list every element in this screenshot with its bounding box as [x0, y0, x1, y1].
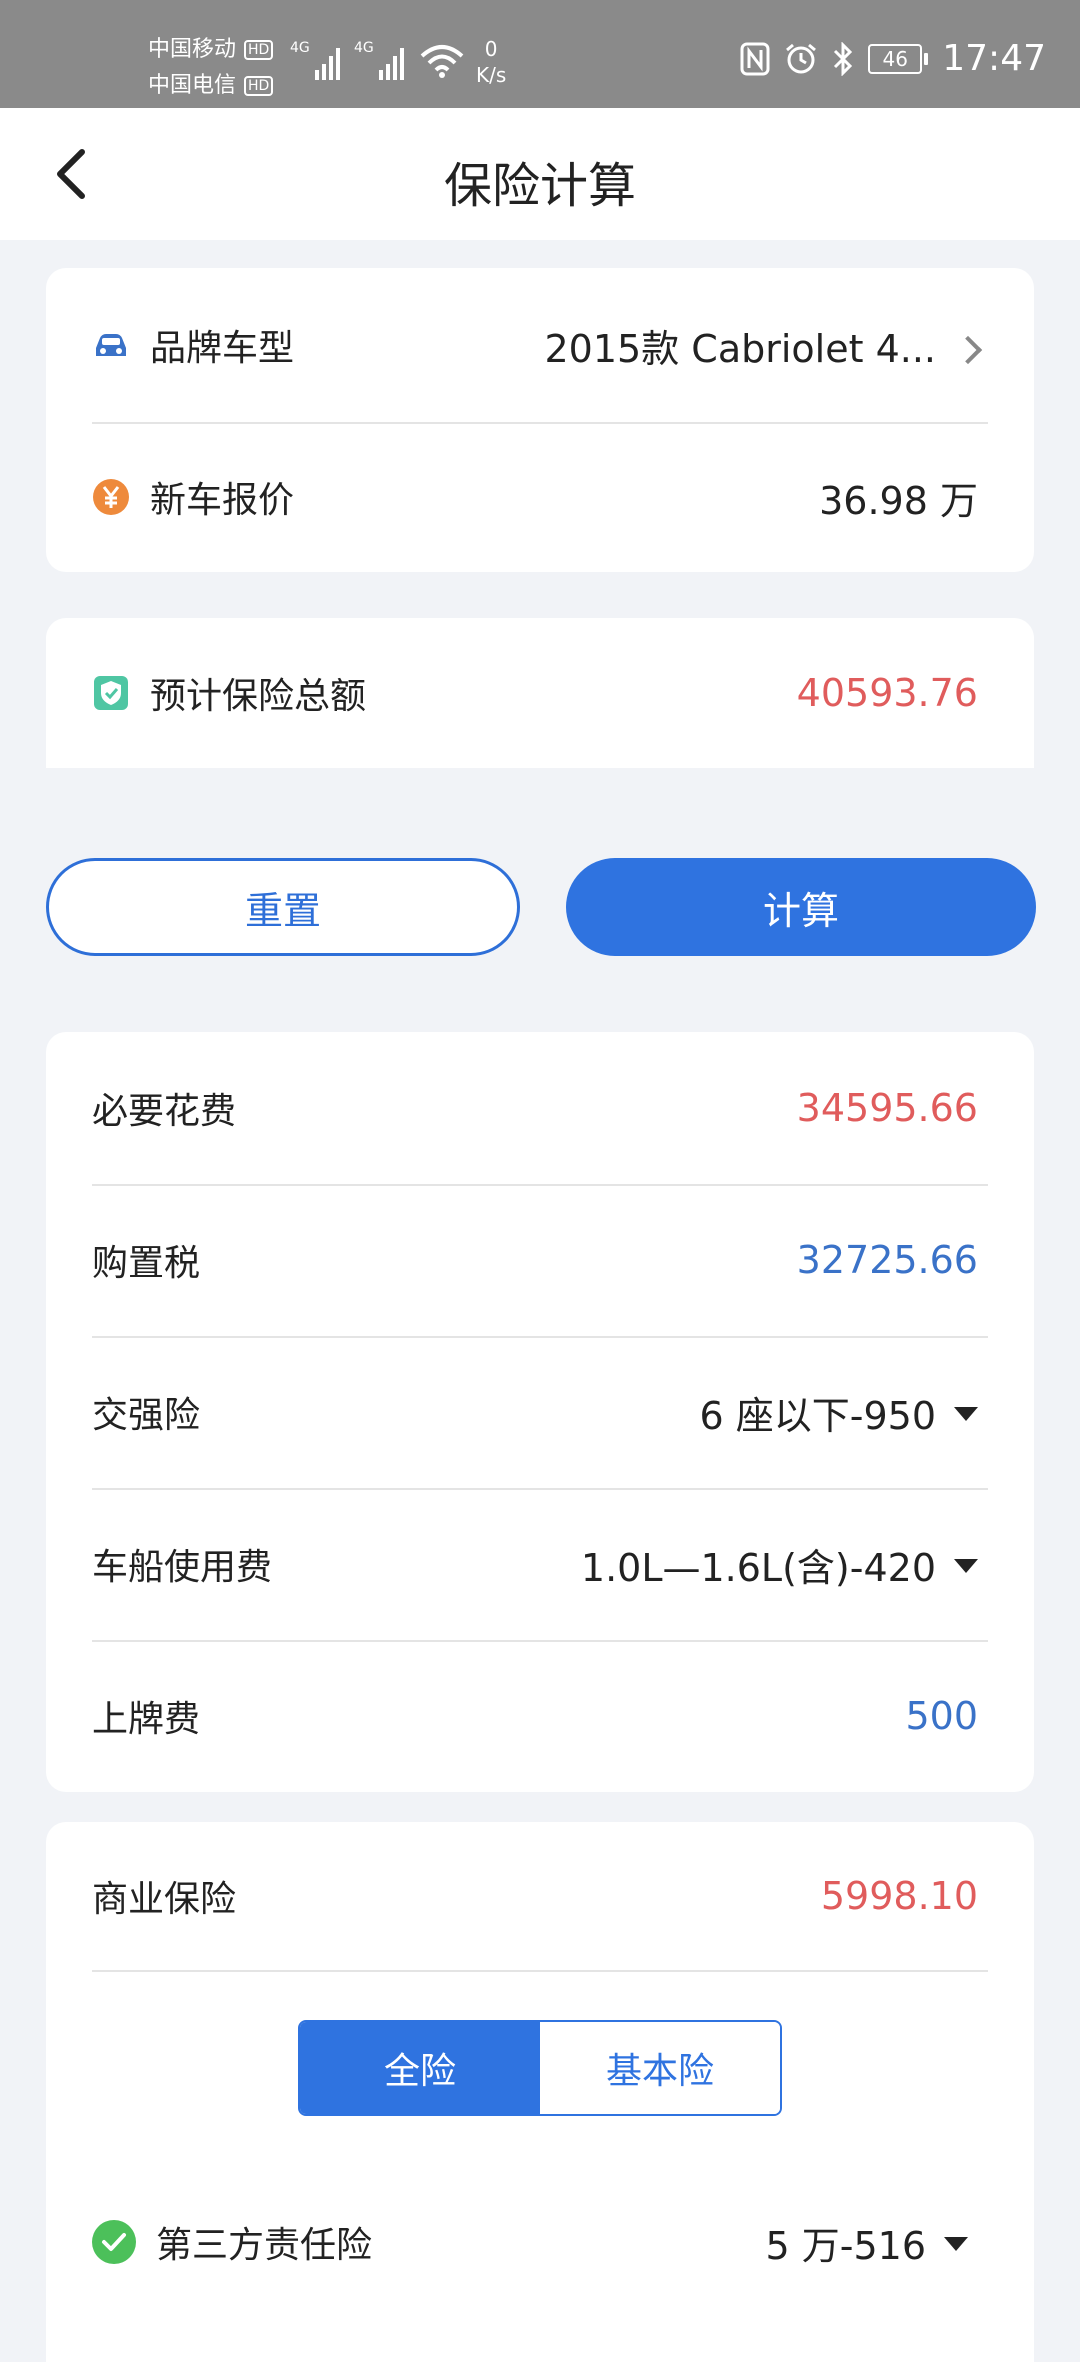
- vehicle-tax-label: 车船使用费: [92, 1547, 273, 1588]
- third-party-liability-row[interactable]: 第三方责任险 5 万-516: [46, 2166, 1034, 2318]
- brand-model-row[interactable]: 品牌车型 2015款 Cabriolet 4...: [46, 268, 1034, 422]
- carrier-info: 中国移动 HD 中国电信 HD: [148, 32, 274, 104]
- caret-down-icon: [944, 2237, 968, 2251]
- signal-icon: 4G: [354, 40, 404, 80]
- new-car-price-value: 36.98 万: [819, 478, 978, 523]
- brand-model-text: 2015款 Cabriolet 4...: [544, 326, 937, 371]
- total-insurance-value: 40593.76: [796, 671, 978, 715]
- nfc-icon: [740, 42, 770, 75]
- caret-down-icon: [954, 1407, 978, 1421]
- brand-model-label: 品牌车型: [150, 328, 295, 369]
- speed-unit: K/s: [476, 63, 507, 87]
- network-type: 4G: [354, 40, 374, 56]
- required-expenses-label: 必要花费: [92, 1091, 237, 1132]
- required-expenses-card: 必要花费 34595.66 购置税 32725.66 交强险 6 座以下-950…: [46, 1032, 1034, 1792]
- compulsory-insurance-label: 交强险: [92, 1395, 201, 1436]
- commercial-insurance-card: 商业保险 5998.10 全险 基本险 第三方责任险 5 万-516: [46, 1822, 1034, 2362]
- car-info-card: 品牌车型 2015款 Cabriolet 4... 新车报价 36.98 万: [46, 268, 1034, 572]
- bluetooth-icon: [834, 41, 853, 76]
- segment-basic-coverage[interactable]: 基本险: [540, 2022, 780, 2114]
- compulsory-insurance-row[interactable]: 交强险 6 座以下-950: [46, 1336, 1034, 1488]
- calculate-button[interactable]: 计算: [566, 858, 1036, 956]
- commercial-insurance-header: 商业保险 5998.10: [46, 1822, 1034, 1970]
- carrier-2: 中国电信: [148, 73, 237, 98]
- status-bar: 中国移动 HD 中国电信 HD 4G 4G 0 K/s 46 17:47: [0, 0, 1080, 108]
- title-bar: 保险计算: [0, 108, 1080, 240]
- chevron-right-icon: [953, 335, 983, 364]
- coverage-selector: 全险 基本险: [46, 1970, 1034, 2166]
- carrier-1: 中国移动: [148, 37, 237, 62]
- vehicle-tax-value: 1.0L—1.6L(含)-420: [580, 1545, 936, 1590]
- required-expenses-header: 必要花费 34595.66: [46, 1032, 1034, 1184]
- page-title: 保险计算: [443, 158, 636, 214]
- vehicle-tax-row[interactable]: 车船使用费 1.0L—1.6L(含)-420: [46, 1488, 1034, 1640]
- coverage-segmented-control: 全险 基本险: [298, 2020, 782, 2116]
- vehicle-tax-dropdown[interactable]: 1.0L—1.6L(含)-420: [581, 1537, 978, 1592]
- third-party-liability-dropdown[interactable]: 5 万-516: [765, 2215, 968, 2270]
- brand-model-value: 2015款 Cabriolet 4...: [544, 318, 983, 373]
- commercial-insurance-label: 商业保险: [92, 1879, 237, 1920]
- wifi-icon: [420, 45, 464, 78]
- plate-fee-label: 上牌费: [92, 1699, 201, 1740]
- plate-fee-row: 上牌费 500: [46, 1640, 1034, 1792]
- signal-icon: 4G: [290, 40, 340, 80]
- purchase-tax-row: 购置税 32725.66: [46, 1184, 1034, 1336]
- total-insurance-row: 预计保险总额 40593.76: [46, 618, 1034, 768]
- third-party-liability-value: 5 万-516: [765, 2223, 927, 2268]
- caret-down-icon: [954, 1559, 978, 1573]
- plate-fee-value: 500: [905, 1694, 978, 1738]
- hd-badge: HD: [244, 76, 274, 96]
- status-right: 46 17:47: [740, 38, 1046, 79]
- reset-button[interactable]: 重置: [46, 858, 520, 956]
- compulsory-insurance-dropdown[interactable]: 6 座以下-950: [699, 1385, 978, 1440]
- clock: 17:47: [942, 38, 1046, 79]
- hd-badge: HD: [244, 40, 274, 60]
- purchase-tax-value: 32725.66: [796, 1238, 978, 1282]
- third-party-liability-label: 第三方责任险: [156, 2225, 373, 2266]
- required-expenses-value: 34595.66: [796, 1086, 978, 1130]
- alarm-icon: [786, 43, 817, 73]
- battery-level: 46: [868, 43, 923, 74]
- new-car-price-row: 新车报价 36.98 万: [46, 422, 1034, 572]
- yuan-icon: [93, 479, 129, 515]
- network-type: 4G: [290, 40, 310, 56]
- check-circle-icon[interactable]: [92, 2220, 136, 2264]
- compulsory-insurance-value: 6 座以下-950: [699, 1393, 937, 1438]
- purchase-tax-label: 购置税: [92, 1243, 201, 1284]
- network-speed: 0 K/s: [476, 36, 506, 88]
- speed-value: 0: [484, 37, 498, 61]
- total-insurance-label: 预计保险总额: [150, 676, 367, 717]
- battery-icon: 46: [868, 43, 929, 74]
- new-car-price-label: 新车报价: [150, 480, 295, 521]
- total-insurance-card: 预计保险总额 40593.76: [46, 618, 1034, 768]
- shield-icon: [94, 676, 128, 710]
- car-icon: [96, 334, 126, 356]
- commercial-insurance-value: 5998.10: [820, 1874, 978, 1918]
- segment-full-coverage[interactable]: 全险: [300, 2022, 540, 2114]
